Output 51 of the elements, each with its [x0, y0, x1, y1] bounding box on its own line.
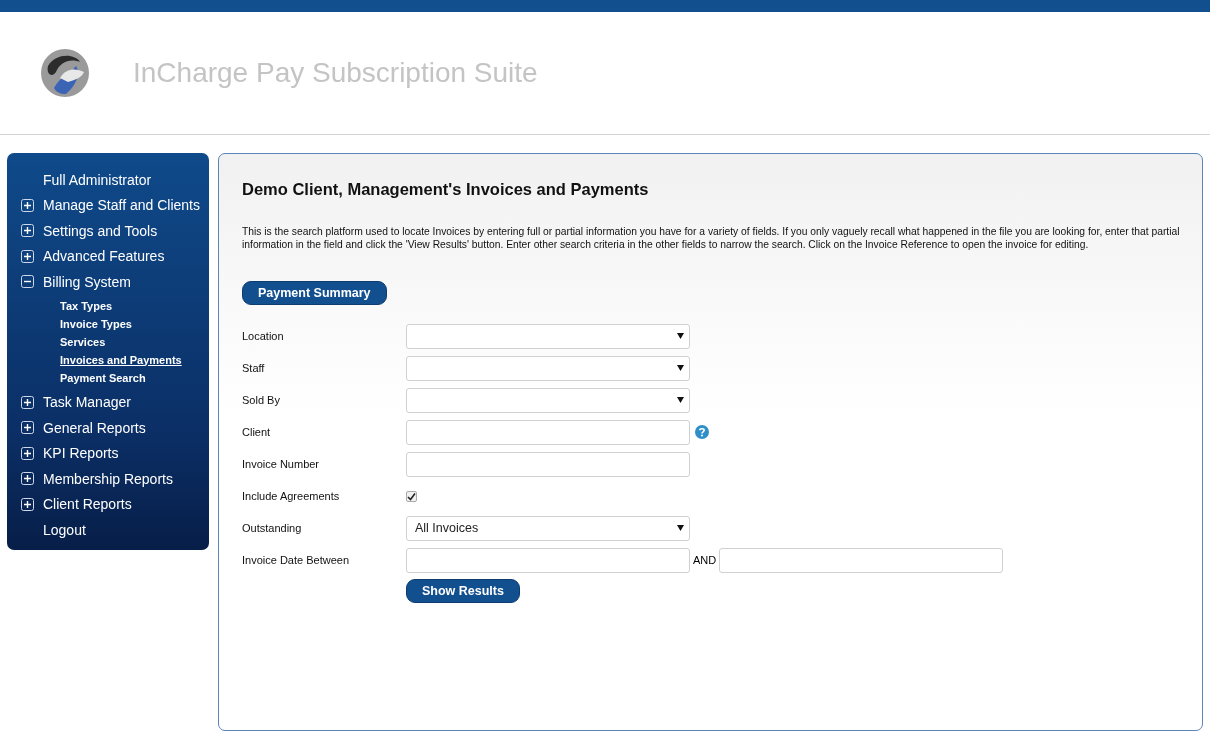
dropdown[interactable]: All Invoices: [406, 515, 690, 541]
sidebar-item[interactable]: Billing System: [43, 273, 131, 290]
field-label: Invoice Number: [242, 458, 321, 470]
field-label: Outstanding: [242, 522, 303, 534]
expand-icon[interactable]: [21, 249, 34, 263]
expand-icon[interactable]: [21, 198, 34, 212]
sidebar-subitem[interactable]: Services: [60, 332, 106, 351]
field-label: Client: [242, 426, 272, 438]
field-label: Include Agreements: [242, 490, 341, 502]
sidebar-item[interactable]: Manage Staff and Clients: [43, 197, 200, 214]
caret-icon: [677, 333, 684, 339]
sidebar-item[interactable]: Task Manager: [43, 394, 131, 411]
sidebar-subitem[interactable]: Tax Types: [60, 296, 113, 315]
sidebar-subitem[interactable]: Invoice Types: [60, 314, 132, 333]
and-label: AND: [693, 554, 717, 566]
field-label: Sold By: [242, 394, 281, 406]
caret-icon: [677, 525, 684, 531]
date-field[interactable]: [406, 547, 690, 573]
sidebar-subitem[interactable]: Payment Search: [60, 368, 146, 387]
sidebar-subitem[interactable]: Invoices and Payments: [60, 350, 182, 369]
date-field[interactable]: [719, 547, 1004, 573]
field-label: Location: [242, 330, 285, 342]
expand-icon[interactable]: [21, 395, 34, 409]
sidebar-item[interactable]: Full Administrator: [43, 171, 152, 188]
text-field[interactable]: [406, 419, 690, 445]
expand-icon[interactable]: [21, 421, 34, 435]
sidebar-item[interactable]: Client Reports: [43, 496, 132, 513]
field-label: Invoice Date Between: [242, 554, 350, 566]
sidebar-item[interactable]: Logout: [43, 521, 86, 538]
caret-icon: [677, 397, 684, 403]
sidebar-item[interactable]: Advanced Features: [43, 248, 165, 265]
expand-icon[interactable]: [21, 472, 34, 486]
field-label: Staff: [242, 362, 266, 374]
sidebar-item[interactable]: Membership Reports: [43, 470, 173, 487]
app-title: InCharge Pay Subscription Suite: [133, 57, 538, 89]
help-icon[interactable]: [695, 425, 709, 439]
expand-icon[interactable]: [21, 224, 34, 238]
sidebar-item[interactable]: KPI Reports: [43, 445, 119, 462]
sidebar-item[interactable]: Settings and Tools: [43, 222, 158, 239]
show-results-button[interactable]: Show Results: [406, 579, 520, 603]
description-text: This is the search platform used to locate Invoices by entering full or partial information you have for a variety of fields. If you only vaguely recall what happened in the file you are looking for, enter that partial information in the field and click the 'View Results' button. Enter other search criteria in the other fields to narrow the search. Click on the Invoice Reference to open the invoice for editing.: [242, 225, 1181, 251]
logo-icon: [40, 48, 90, 98]
expand-icon[interactable]: [21, 497, 34, 511]
caret-icon: [677, 365, 684, 371]
payment-summary-button[interactable]: Payment Summary: [242, 281, 387, 305]
sidebar-item[interactable]: General Reports: [43, 419, 146, 436]
text-field[interactable]: [406, 451, 690, 477]
checkbox[interactable]: [406, 490, 417, 502]
collapse-icon[interactable]: [21, 275, 34, 289]
page-title: Demo Client, Management's Invoices and Payments: [242, 180, 650, 199]
expand-icon[interactable]: [21, 446, 34, 460]
